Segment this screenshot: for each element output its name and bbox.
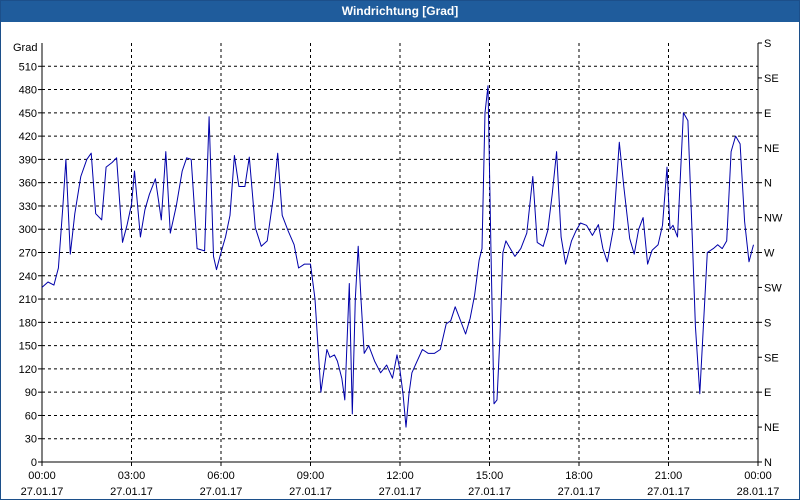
y-tick-label: 480	[19, 85, 37, 97]
compass-label: N	[764, 457, 772, 469]
y-axis-label: Grad	[13, 42, 37, 54]
y-tick-label: 0	[31, 457, 37, 469]
x-tick-date: 27.01.17	[200, 486, 243, 498]
y-tick-label: 90	[25, 387, 37, 399]
y-tick-label: 240	[19, 271, 37, 283]
compass-label: SE	[764, 352, 779, 364]
y-tick-label: 60	[25, 410, 37, 422]
x-tick-time: 03:00	[118, 470, 146, 482]
compass-label: SW	[764, 282, 782, 294]
x-tick-date: 27.01.17	[21, 486, 64, 498]
x-tick-date: 27.01.17	[289, 486, 332, 498]
y-tick-label: 330	[19, 201, 37, 213]
x-tick-time: 00:00	[28, 470, 56, 482]
right-axis-labels: N NE E SE S SW W NW N NE E SE S	[764, 38, 783, 469]
y-tick-label: 420	[19, 131, 37, 143]
compass-label: NE	[764, 422, 779, 434]
grid	[42, 43, 758, 462]
x-tick-time: 06:00	[207, 470, 235, 482]
y-tick-label: 210	[19, 294, 37, 306]
y-tick-label: 390	[19, 154, 37, 166]
compass-label: SE	[764, 73, 779, 85]
compass-label: N	[764, 178, 772, 190]
x-tick-time: 15:00	[476, 470, 504, 482]
x-tick-date: 27.01.17	[468, 486, 511, 498]
y-tick-labels: 0 30 60 90 120 150 180 210 240 270 300 330 360 390 420…	[19, 61, 37, 469]
y-tick-label: 180	[19, 317, 37, 329]
series-group	[41, 85, 754, 428]
x-tick-labels: 00:00 27.01.17 03:00 27.01.17 06:00 27.01.17 0…	[21, 470, 780, 498]
x-tick-time: 09:00	[297, 470, 325, 482]
compass-label: S	[764, 38, 771, 50]
y-tick-label: 30	[25, 434, 37, 446]
y-tick-label: 150	[19, 341, 37, 353]
x-tick-date: 27.01.17	[558, 486, 601, 498]
compass-label: W	[764, 248, 775, 260]
x-tick-time: 12:00	[386, 470, 414, 482]
window-title: Windrichtung [Grad]	[1, 1, 799, 22]
y-tick-label: 270	[19, 248, 37, 260]
chart-window: Windrichtung [Grad] Grad 0 30 60 90 120 150 18…	[0, 0, 800, 500]
compass-label: E	[764, 108, 771, 120]
y-tick-label: 120	[19, 364, 37, 376]
series-line	[41, 85, 754, 428]
y-tick-label: 510	[19, 61, 37, 73]
y-tick-label: 300	[19, 224, 37, 236]
compass-label: NE	[764, 143, 779, 155]
x-tick-date: 28.01.17	[737, 486, 780, 498]
x-tick-date: 27.01.17	[110, 486, 153, 498]
chart-area: Grad 0 30 60 90 120 150 180 210 240 270 300 330 360 3…	[13, 38, 783, 498]
x-tick-date: 27.01.17	[379, 486, 422, 498]
x-tick-date: 27.01.17	[647, 486, 690, 498]
x-tick-time: 21:00	[655, 470, 683, 482]
compass-label: E	[764, 387, 771, 399]
y-tick-label: 450	[19, 108, 37, 120]
compass-label: NW	[764, 213, 783, 225]
x-tick-time: 18:00	[565, 470, 593, 482]
y-tick-label: 360	[19, 178, 37, 190]
x-tick-time: 00:00	[744, 470, 772, 482]
compass-label: S	[764, 317, 771, 329]
